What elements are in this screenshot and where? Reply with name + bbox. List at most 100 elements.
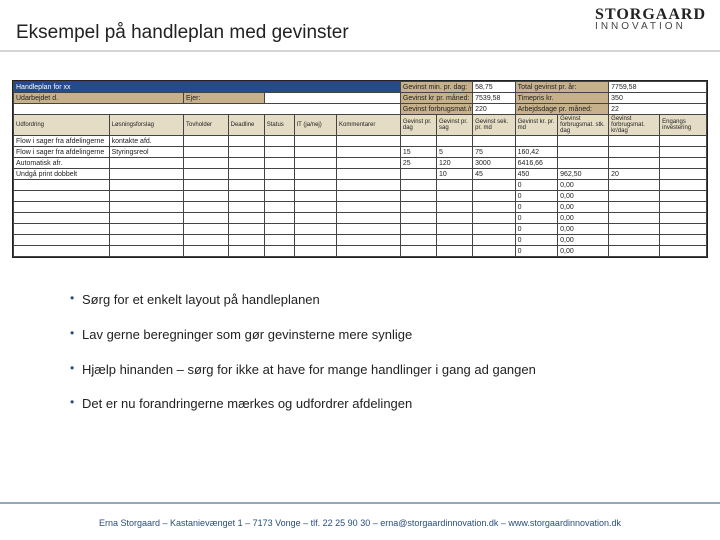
metric-r3: Arbejdsdage pr. måned: [515, 104, 609, 115]
cell [437, 246, 473, 257]
cell [264, 191, 294, 202]
cell [228, 235, 264, 246]
cell [184, 213, 229, 224]
cell [294, 213, 337, 224]
cell [184, 191, 229, 202]
cell [660, 191, 707, 202]
cell [294, 202, 337, 213]
cell: 0 [515, 224, 558, 235]
cell [294, 224, 337, 235]
table-row: 00,00 [14, 213, 707, 224]
cell [109, 169, 183, 180]
metric-l1: Gevinst min. pr. dag: [400, 82, 472, 93]
cell [400, 213, 436, 224]
cell: 25 [400, 158, 436, 169]
bullet-text: Det er nu forandringerne mærkes og udfor… [82, 394, 690, 415]
list-item: •Sørg for et enkelt layout på handleplan… [70, 290, 690, 311]
cell: 0,00 [558, 202, 609, 213]
cell [264, 180, 294, 191]
udarb-label: Udarbejdet d. [14, 93, 184, 104]
cell [400, 191, 436, 202]
cell [660, 169, 707, 180]
cell [14, 191, 110, 202]
cell: 0,00 [558, 224, 609, 235]
cell [660, 202, 707, 213]
cell [337, 246, 401, 257]
cell [294, 169, 337, 180]
cell [609, 147, 660, 158]
cell: 120 [437, 158, 473, 169]
plan-title-cell: Handleplan for xx [14, 82, 401, 93]
cell [294, 180, 337, 191]
cell [400, 235, 436, 246]
cell [400, 169, 436, 180]
cell [400, 202, 436, 213]
cell: 0 [515, 235, 558, 246]
cell [337, 202, 401, 213]
bullet-icon: • [70, 360, 82, 377]
footer-text: Erna Storgaard – Kastanievænget 1 – 7173… [0, 518, 720, 528]
cell [437, 224, 473, 235]
cell [14, 224, 110, 235]
cell [264, 235, 294, 246]
bullet-icon: • [70, 325, 82, 342]
cell [337, 235, 401, 246]
cell [109, 202, 183, 213]
bullet-icon: • [70, 394, 82, 411]
cell [109, 246, 183, 257]
cell [437, 136, 473, 147]
cell [228, 202, 264, 213]
cell [337, 147, 401, 158]
cell: 6416,66 [515, 158, 558, 169]
table-row: 00,00 [14, 202, 707, 213]
cell [473, 213, 516, 224]
cell: Automatisk afr. [14, 158, 110, 169]
hdr-c4: Deadline [228, 115, 264, 136]
cell [228, 191, 264, 202]
cell: 10 [437, 169, 473, 180]
cell [609, 213, 660, 224]
cell [609, 158, 660, 169]
cell [609, 246, 660, 257]
cell [609, 235, 660, 246]
cell [294, 158, 337, 169]
cell [264, 136, 294, 147]
metric-v3: 220 [473, 104, 516, 115]
cell [660, 180, 707, 191]
cell [228, 136, 264, 147]
cell: 20 [609, 169, 660, 180]
table-row: Flow i sager fra afdelingernekontakte af… [14, 136, 707, 147]
cell [264, 147, 294, 158]
list-item: •Hjælp hinanden – sørg for ikke at have … [70, 360, 690, 381]
cell [228, 158, 264, 169]
brand-logo: STORGAARD INNOVATION [595, 8, 706, 31]
logo-top: STORGAARD [595, 8, 706, 22]
hdr-c1: Udfordring [14, 115, 110, 136]
hdr-c8: Gevinst pr. dag [400, 115, 436, 136]
hdr-c11: Gevinst kr. pr. md [515, 115, 558, 136]
cell: Styringsreol [109, 147, 183, 158]
cell: 0,00 [558, 191, 609, 202]
bullet-icon: • [70, 290, 82, 307]
cell [264, 213, 294, 224]
metric-r2: Timepris kr. [515, 93, 609, 104]
cell [109, 191, 183, 202]
cell [184, 235, 229, 246]
cell: 0,00 [558, 235, 609, 246]
metric-v1: 58,75 [473, 82, 516, 93]
divider [0, 502, 720, 504]
cell [337, 158, 401, 169]
cell [473, 136, 516, 147]
cell [109, 224, 183, 235]
cell [264, 224, 294, 235]
hdr-c2: Løsningsforslag [109, 115, 183, 136]
cell: 0 [515, 213, 558, 224]
cell: 0 [515, 191, 558, 202]
blank [14, 104, 401, 115]
cell [184, 180, 229, 191]
cell [609, 202, 660, 213]
table-row: 00,00 [14, 191, 707, 202]
cell [228, 224, 264, 235]
hdr-c13: Gevinst forbrugsmat. kr/dag [609, 115, 660, 136]
cell [660, 213, 707, 224]
